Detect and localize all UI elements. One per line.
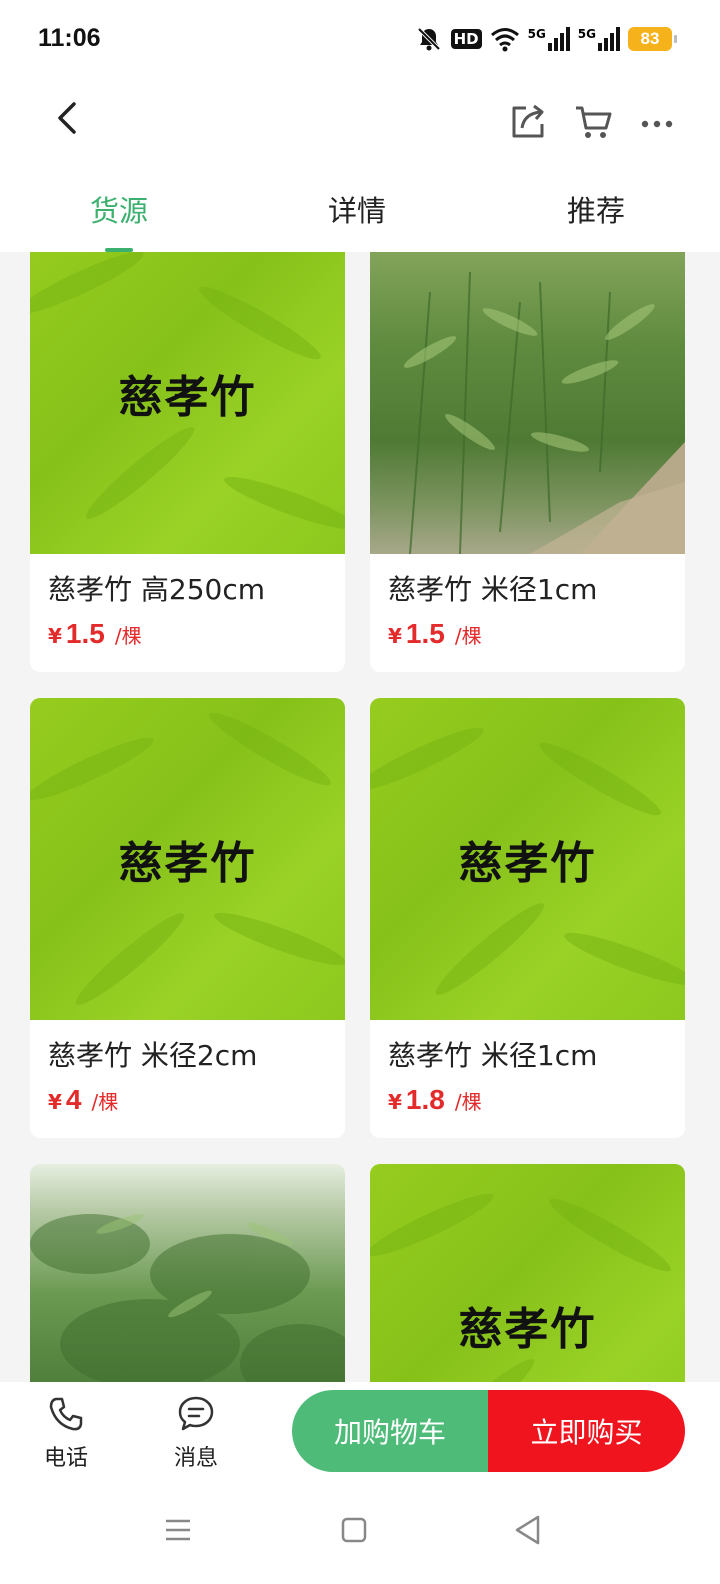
system-back-button[interactable] [508, 1510, 548, 1550]
product-image[interactable]: 慈孝竹 [370, 1164, 685, 1382]
section-tabs: 货源 详情 推荐 [0, 170, 720, 252]
bottom-action-bar: 电话 消息 加购物车 立即购买 [0, 1382, 720, 1492]
chevron-left-icon [58, 102, 76, 134]
chat-bubble-icon [178, 1396, 214, 1431]
shopping-cart-icon [576, 106, 612, 138]
product-image-text: 慈孝竹 [118, 372, 257, 423]
battery-indicator: 83 [628, 27, 677, 51]
status-bar: 11:06 HD 5G 5G 83 [0, 0, 720, 80]
price-value: 1.5 [405, 618, 445, 649]
system-nav-bar [0, 1492, 720, 1584]
price-value: 1.5 [65, 618, 105, 649]
signal-icon-1: 5G [528, 27, 570, 51]
phone-label: 电话 [43, 1446, 88, 1471]
tab-source[interactable]: 货源 [39, 188, 199, 230]
product-title: 慈孝竹 米径1cm [388, 573, 598, 606]
product-grid: 慈孝竹 慈孝竹 高250cm ¥ 1.5 /棵 慈孝竹 米径1cm ¥ 1.5 … [0, 252, 720, 1382]
home-button[interactable] [334, 1510, 374, 1550]
product-card[interactable]: 慈孝竹 慈孝竹 高250cm ¥ 1.5 /棵 [30, 252, 345, 672]
product-image[interactable] [30, 1164, 345, 1382]
product-price: ¥ 4 /棵 [48, 1084, 327, 1116]
hd-badge: HD [450, 29, 482, 49]
signal-icon-2: 5G [578, 27, 620, 51]
phone-icon [49, 1397, 83, 1431]
bamboo-photo [30, 1214, 345, 1382]
product-image[interactable]: 慈孝竹 [30, 698, 345, 1020]
price-value: 4 [65, 1084, 82, 1115]
message-label: 消息 [173, 1446, 218, 1471]
product-title: 慈孝竹 米径1cm [388, 1039, 598, 1072]
product-image-text: 慈孝竹 [458, 1304, 597, 1355]
product-title: 慈孝竹 高250cm [48, 573, 266, 606]
phone-button[interactable]: 电话 [26, 1394, 106, 1472]
mute-bell-icon [417, 27, 440, 51]
currency-symbol: ¥ [48, 1090, 62, 1114]
product-title: 慈孝竹 米径2cm [48, 1039, 258, 1072]
product-image-text: 慈孝竹 [118, 838, 257, 889]
tab-details[interactable]: 详情 [277, 188, 437, 230]
add-to-cart-button[interactable]: 加购物车 [292, 1390, 488, 1472]
price-unit: /棵 [114, 624, 142, 648]
currency-symbol: ¥ [48, 624, 62, 648]
top-nav-bar [0, 80, 720, 170]
currency-symbol: ¥ [388, 1090, 402, 1114]
product-card[interactable] [30, 1164, 345, 1382]
share-icon [512, 104, 544, 138]
back-button[interactable] [44, 94, 92, 142]
product-image[interactable] [370, 252, 685, 554]
price-unit: /棵 [91, 1090, 119, 1114]
currency-symbol: ¥ [388, 624, 402, 648]
cart-button[interactable] [572, 100, 616, 144]
bamboo-photo [403, 271, 685, 554]
product-card[interactable]: 慈孝竹 [370, 1164, 685, 1382]
price-unit: /棵 [454, 624, 482, 648]
share-button[interactable] [506, 100, 550, 144]
price-unit: /棵 [454, 1090, 482, 1114]
status-time: 11:06 [38, 24, 101, 52]
recent-apps-button[interactable] [158, 1510, 198, 1550]
square-home-icon [341, 1517, 367, 1543]
product-price: ¥ 1.8 /棵 [388, 1084, 667, 1116]
product-image[interactable]: 慈孝竹 [370, 698, 685, 1020]
product-card[interactable]: 慈孝竹 慈孝竹 米径2cm ¥ 4 /棵 [30, 698, 345, 1138]
product-price: ¥ 1.5 /棵 [388, 618, 667, 650]
status-icons: HD 5G 5G 83 [415, 22, 677, 56]
product-page: 11:06 HD 5G 5G 83 货源 详情 推荐 慈孝竹 慈孝竹 高250c… [0, 0, 720, 1584]
triangle-back-icon [515, 1515, 540, 1545]
tab-recommend[interactable]: 推荐 [516, 188, 676, 230]
more-dots-icon [641, 120, 673, 128]
product-price: ¥ 1.5 /棵 [48, 618, 327, 650]
message-button[interactable]: 消息 [156, 1394, 236, 1472]
product-image-text: 慈孝竹 [458, 838, 597, 889]
product-image[interactable]: 慈孝竹 [30, 252, 345, 554]
more-button[interactable] [636, 100, 680, 144]
menu-lines-icon [166, 1519, 190, 1541]
wifi-icon [490, 28, 519, 52]
price-value: 1.8 [405, 1084, 445, 1115]
buy-now-button[interactable]: 立即购买 [488, 1390, 685, 1472]
product-card[interactable]: 慈孝竹 米径1cm ¥ 1.5 /棵 [370, 252, 685, 672]
product-card[interactable]: 慈孝竹 慈孝竹 米径1cm ¥ 1.8 /棵 [370, 698, 685, 1138]
